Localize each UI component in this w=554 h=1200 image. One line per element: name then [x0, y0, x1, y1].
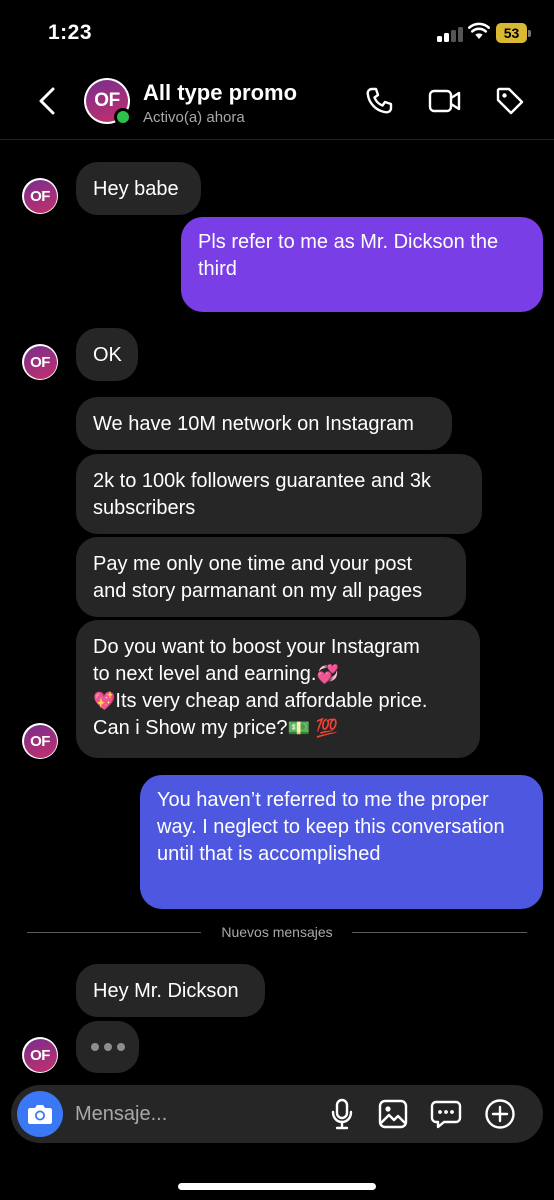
- battery-level: 53: [496, 23, 527, 43]
- sender-avatar[interactable]: OF: [22, 178, 58, 214]
- online-status-dot: [114, 108, 132, 126]
- status-bar: 1:23 53: [0, 0, 554, 64]
- message-line: Do you want to boost your Instagram: [93, 636, 420, 658]
- battery-icon: 53: [496, 23, 532, 43]
- divider-label: Nuevos mensajes: [207, 924, 347, 940]
- typing-indicator: [76, 1021, 139, 1073]
- hearts-emoji: 💞: [316, 664, 339, 685]
- avatar-text: OF: [23, 345, 57, 379]
- chat-screen: 1:23 53 OF All type promo Activo(a) ahor…: [0, 0, 554, 1200]
- message-incoming[interactable]: OK: [76, 328, 138, 381]
- message-input[interactable]: [75, 1097, 315, 1131]
- message-outgoing[interactable]: Pls refer to me as Mr. Dickson the third: [181, 217, 543, 312]
- message-line: Can i Show my price?💵 💯: [93, 717, 338, 739]
- phone-icon[interactable]: [362, 84, 396, 118]
- avatar-text: OF: [23, 724, 57, 758]
- hundred-emoji: 💯: [315, 718, 338, 739]
- message-incoming[interactable]: We have 10M network on Instagram: [76, 397, 452, 450]
- message-incoming[interactable]: Hey babe: [76, 162, 201, 215]
- message-composer: [11, 1085, 543, 1143]
- sender-avatar[interactable]: OF: [22, 1037, 58, 1073]
- avatar-text: OF: [23, 1038, 57, 1072]
- sender-avatar[interactable]: OF: [22, 344, 58, 380]
- message-incoming[interactable]: 2k to 100k followers guarantee and 3k su…: [76, 454, 482, 534]
- image-icon[interactable]: [376, 1097, 410, 1131]
- sender-avatar[interactable]: OF: [22, 723, 58, 759]
- cellular-signal-icon: [437, 26, 463, 42]
- home-indicator: [178, 1183, 376, 1190]
- plus-icon[interactable]: [483, 1097, 517, 1131]
- message-incoming[interactable]: Hey Mr. Dickson: [76, 964, 265, 1017]
- chat-header: OF All type promo Activo(a) ahora: [0, 64, 554, 140]
- message-line: 💖Its very cheap and affordable price.: [93, 690, 428, 712]
- video-camera-icon[interactable]: [428, 84, 462, 118]
- contact-status: Activo(a) ahora: [143, 109, 245, 126]
- tag-icon[interactable]: [493, 84, 527, 118]
- message-line: to next level and earning.💞: [93, 663, 339, 685]
- avatar-text: OF: [23, 179, 57, 213]
- camera-icon[interactable]: [17, 1091, 63, 1137]
- message-incoming[interactable]: Do you want to boost your Instagram to n…: [76, 620, 480, 758]
- back-chevron-icon[interactable]: [30, 84, 64, 118]
- sticker-icon[interactable]: [429, 1097, 463, 1131]
- new-messages-divider: Nuevos mensajes: [0, 924, 554, 940]
- contact-name[interactable]: All type promo: [143, 80, 297, 106]
- message-outgoing[interactable]: You haven’t referred to me the proper wa…: [140, 775, 543, 909]
- wifi-icon: [468, 22, 490, 40]
- microphone-icon[interactable]: [325, 1097, 359, 1131]
- message-incoming[interactable]: Pay me only one time and your post and s…: [76, 537, 466, 617]
- heart-emoji: 💖: [93, 691, 116, 712]
- status-time: 1:23: [48, 21, 93, 44]
- money-emoji: 💵: [287, 718, 310, 739]
